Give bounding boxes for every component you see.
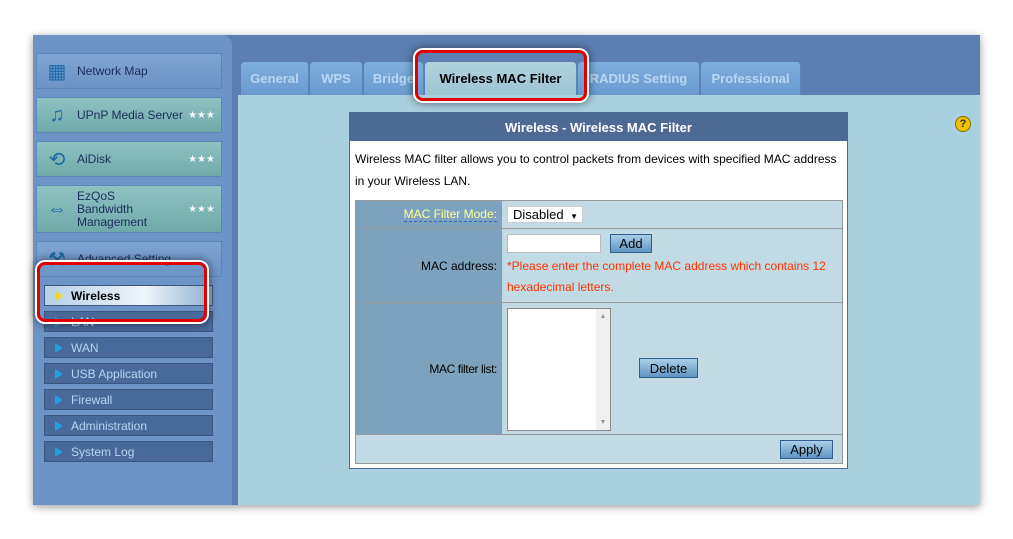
arrow-right-icon	[55, 420, 63, 431]
highlight-wireless-box	[37, 262, 207, 322]
scroll-up-icon[interactable]: ▲	[596, 313, 610, 320]
mac-filter-listbox[interactable]: ▲ ▼	[507, 308, 611, 431]
mac-filter-mode-select[interactable]: Disabled ▼	[507, 206, 583, 223]
help-icon[interactable]: ?	[955, 116, 971, 132]
mac-address-input[interactable]	[507, 234, 601, 253]
submenu-firewall[interactable]: Firewall	[44, 389, 213, 410]
aidisk-icon: ⟲	[48, 148, 66, 171]
apply-button[interactable]: Apply	[780, 440, 833, 459]
arrow-right-icon	[55, 342, 63, 353]
rating-stars-icon: ★★★	[188, 109, 215, 121]
submenu-wan[interactable]: WAN	[44, 337, 213, 358]
add-button[interactable]: Add	[610, 234, 652, 253]
scroll-down-icon[interactable]: ▼	[596, 419, 610, 426]
menu-network-map[interactable]: ▦ Network Map	[36, 53, 222, 89]
submenu-system-log[interactable]: System Log	[44, 441, 213, 462]
mac-filter-mode-label: MAC Filter Mode:	[403, 207, 497, 222]
mac-address-label: MAC address:	[420, 258, 497, 273]
row-filter-mode: MAC Filter Mode: Disabled ▼	[356, 201, 842, 229]
mac-filter-list-label: MAC filter list:	[429, 361, 497, 376]
rating-stars-icon: ★★★	[188, 153, 215, 165]
tab-professional[interactable]: Professional	[701, 62, 801, 95]
menu-upnp-media-server[interactable]: ♫ UPnP Media Server ★★★	[36, 97, 222, 133]
panel-description: Wireless MAC filter allows you to contro…	[355, 152, 837, 188]
menu-aidisk[interactable]: ⟲ AiDisk ★★★	[36, 141, 222, 177]
media-server-icon: ♫	[49, 103, 65, 126]
arrow-right-icon	[55, 368, 63, 379]
row-mac-filter-list: MAC filter list: ▲ ▼ Delete	[356, 303, 842, 435]
submenu-administration[interactable]: Administration	[44, 415, 213, 436]
arrow-right-icon	[55, 394, 63, 405]
mac-filter-panel: Wireless - Wireless MAC Filter Wireless …	[349, 112, 848, 469]
mac-address-hint: *Please enter the complete MAC address w…	[507, 259, 826, 294]
tab-wps[interactable]: WPS	[310, 62, 363, 95]
scrollbar[interactable]: ▲ ▼	[596, 309, 610, 430]
network-map-icon: ▦	[47, 60, 67, 83]
row-mac-address: MAC address: Add *Please enter the compl…	[356, 229, 842, 303]
chevron-down-icon: ▼	[570, 212, 578, 221]
rating-stars-icon: ★★★	[188, 203, 215, 215]
arrow-right-icon	[55, 446, 63, 457]
menu-ezqos[interactable]: ⇔ EzQoS Bandwidth Management ★★★	[36, 185, 222, 233]
settings-table: MAC Filter Mode: Disabled ▼ MAC address: …	[355, 200, 843, 464]
delete-button[interactable]: Delete	[639, 358, 698, 378]
submenu-usb-application[interactable]: USB Application	[44, 363, 213, 384]
tab-general[interactable]: General	[241, 62, 309, 95]
panel-title: Wireless - Wireless MAC Filter	[350, 113, 847, 141]
ezqos-icon: ⇔	[47, 197, 67, 220]
tab-radius-setting[interactable]: RADIUS Setting	[578, 62, 700, 95]
highlight-tab-box	[415, 50, 587, 101]
